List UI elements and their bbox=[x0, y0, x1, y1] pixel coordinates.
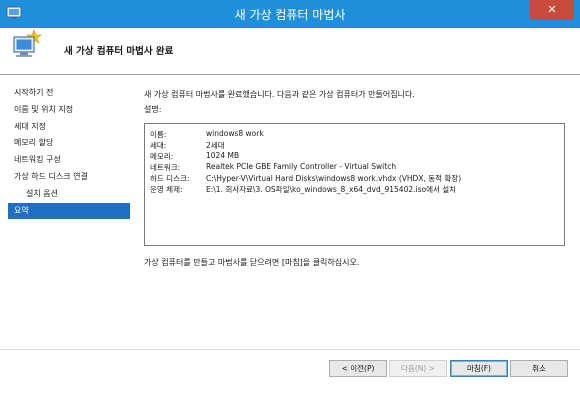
summary-key: 이름: bbox=[150, 130, 167, 139]
nav-item-before-you-begin[interactable]: 시작하기 전 bbox=[8, 85, 130, 101]
finish-button[interactable]: 마침(F) bbox=[450, 360, 508, 377]
nav-item-networking[interactable]: 네트워킹 구성 bbox=[8, 152, 130, 168]
wizard-button-bar: < 이전(P) 다음(N) > 마침(F) 취소 bbox=[0, 349, 580, 395]
previous-button[interactable]: < 이전(P) bbox=[329, 360, 387, 377]
summary-value: E:\1. 회사자료\3. OS파일\ko_windows_8_x64_dvd_… bbox=[206, 185, 457, 194]
summary-value: 2세대 bbox=[206, 141, 225, 150]
nav-item-generation[interactable]: 세대 지정 bbox=[8, 119, 130, 135]
window-titlebar: 새 가상 컴퓨터 마법사 ✕ bbox=[0, 0, 580, 28]
summary-key: 메모리: bbox=[150, 152, 174, 161]
nav-item-memory[interactable]: 메모리 할당 bbox=[8, 135, 130, 151]
nav-item-virtual-disk[interactable]: 가상 하드 디스크 연결 bbox=[8, 169, 130, 185]
wizard-heading: 새 가상 컴퓨터 마법사 완료 bbox=[64, 46, 174, 57]
summary-value: C:\Hyper-V\Virtual Hard Disks\windows8 w… bbox=[206, 174, 462, 183]
summary-value: windows8 work bbox=[206, 129, 264, 138]
summary-value: 1024 MB bbox=[206, 151, 240, 160]
next-button[interactable]: 다음(N) > bbox=[389, 360, 447, 377]
cancel-button[interactable]: 취소 bbox=[510, 360, 568, 377]
summary-box[interactable]: 이름: windows8 work 세대: 2세대 메모리: 1024 MB 네… bbox=[144, 123, 565, 246]
wizard-steps-nav: 시작하기 전 이름 및 위치 지정 세대 지정 메모리 할당 네트워킹 구성 가… bbox=[8, 85, 130, 219]
nav-item-install-options[interactable]: 설치 옵션 bbox=[8, 186, 130, 202]
nav-item-name-location[interactable]: 이름 및 위치 지정 bbox=[8, 102, 130, 118]
description-label: 설명: bbox=[144, 105, 162, 114]
summary-key: 하드 디스크: bbox=[150, 174, 190, 183]
wizard-header: 새 가상 컴퓨터 마법사 완료 bbox=[0, 28, 580, 75]
summary-key: 운영 체제: bbox=[150, 185, 183, 194]
close-button[interactable]: ✕ bbox=[530, 0, 574, 20]
summary-key: 네트워크: bbox=[150, 163, 181, 172]
nav-item-summary[interactable]: 요약 bbox=[8, 202, 130, 219]
summary-value: Realtek PCIe GBE Family Controller - Vir… bbox=[206, 162, 397, 171]
wizard-body: 시작하기 전 이름 및 위치 지정 세대 지정 메모리 할당 네트워킹 구성 가… bbox=[0, 75, 580, 349]
intro-text: 새 가상 컴퓨터 마법사를 완료했습니다. 다음과 같은 가상 컴퓨터가 만들어… bbox=[144, 90, 415, 99]
summary-key: 세대: bbox=[150, 141, 167, 150]
finish-instruction: 가상 컴퓨터를 만들고 마법사를 닫으려면 [마침]을 클릭하십시오. bbox=[144, 258, 360, 267]
wizard-computer-star-icon bbox=[13, 29, 42, 57]
window-title: 새 가상 컴퓨터 마법사 bbox=[234, 8, 346, 22]
